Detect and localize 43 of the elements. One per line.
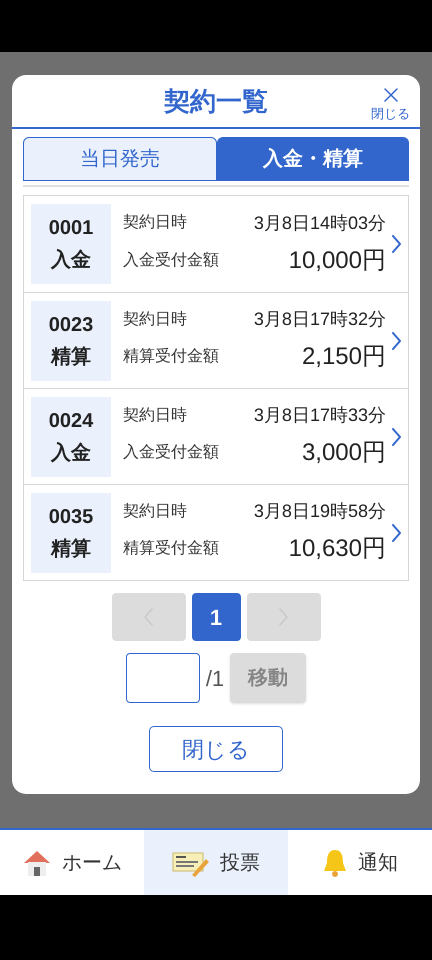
contract-row[interactable]: 0035 精算 契約日時 3月8日19時58分 精算受付金額 10,630円 <box>24 484 408 580</box>
bell-icon <box>322 848 348 878</box>
date-value: 3月8日19時58分 <box>254 500 386 523</box>
contract-row[interactable]: 0023 精算 契約日時 3月8日17時32分 精算受付金額 2,150円 <box>24 292 408 388</box>
date-label: 契約日時 <box>123 502 187 522</box>
tab[interactable]: 当日発売 <box>23 137 217 181</box>
contract-number: 0001 <box>48 216 94 241</box>
date-label: 契約日時 <box>123 212 187 233</box>
nav-tab[interactable]: 投票 <box>144 830 288 895</box>
close-button[interactable]: 閉じる <box>371 83 410 120</box>
chevron-right-icon <box>392 332 401 350</box>
chevron-right-icon <box>392 428 401 446</box>
date-value: 3月8日17時32分 <box>254 308 386 331</box>
chevron-right-icon <box>392 524 401 542</box>
tab[interactable]: 入金・精算 <box>217 137 409 181</box>
amount-value: 3,000円 <box>302 438 386 468</box>
amount-value: 10,630円 <box>288 534 386 564</box>
contract-number: 0024 <box>48 408 94 434</box>
contract-number: 0035 <box>48 504 94 530</box>
contract-type: 入金 <box>51 440 91 466</box>
chevron-right-icon <box>392 235 401 253</box>
contract-number: 0023 <box>48 312 94 338</box>
amount-label: 入金受付金額 <box>123 442 219 463</box>
contract-type: 精算 <box>51 344 91 370</box>
amount-label: 入金受付金額 <box>123 250 219 270</box>
amount-value: 2,150円 <box>302 342 386 372</box>
dialog-title: 契約一覧 <box>164 84 268 118</box>
amount-label: 精算受付金額 <box>123 346 219 367</box>
page-number-field[interactable] <box>126 653 200 703</box>
page-button[interactable]: 1 <box>192 593 240 641</box>
close-dialog-button[interactable]: 閉じる <box>149 726 283 772</box>
date-label: 契約日時 <box>123 406 187 426</box>
contract-type: 入金 <box>51 248 91 273</box>
house-icon <box>22 848 52 876</box>
contract-row[interactable]: 0024 入金 契約日時 3月8日17時33分 入金受付金額 3,000円 <box>24 388 408 484</box>
amount-value: 10,000円 <box>288 246 386 276</box>
contract-type: 精算 <box>51 536 91 562</box>
amount-label: 精算受付金額 <box>123 538 219 559</box>
date-value: 3月8日17時33分 <box>254 404 386 427</box>
page-total: /1 <box>206 664 224 692</box>
date-label: 契約日時 <box>123 310 187 330</box>
date-value: 3月8日14時03分 <box>254 212 386 234</box>
contract-row[interactable]: 0001 入金 契約日時 3月8日14時03分 入金受付金額 10,000円 <box>24 196 408 292</box>
